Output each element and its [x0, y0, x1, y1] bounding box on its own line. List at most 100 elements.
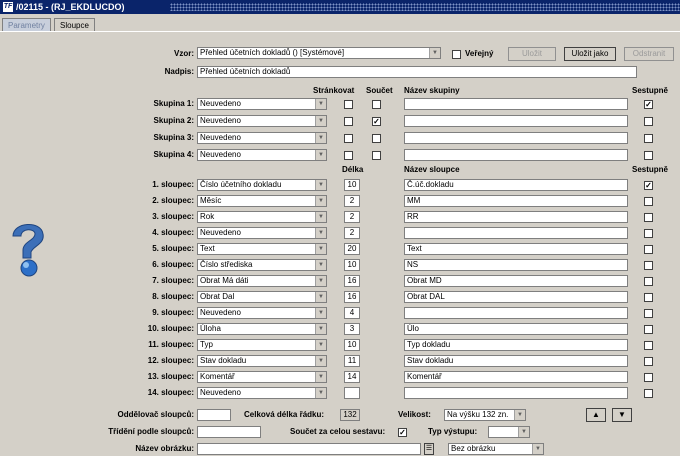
typ-vystupu-select[interactable]: ▼	[488, 426, 530, 438]
group-2-strankovat-checkbox[interactable]	[344, 117, 353, 126]
column-13-delka-input[interactable]: 14	[344, 371, 360, 383]
column-14-select[interactable]: Neuvedeno ▼	[197, 387, 327, 399]
nazev-obrazku-input[interactable]	[197, 443, 421, 455]
move-up-button[interactable]: ▲	[586, 408, 606, 422]
column-9-select[interactable]: Neuvedeno ▼	[197, 307, 327, 319]
column-3-select[interactable]: Rok ▼	[197, 211, 327, 223]
column-5-select[interactable]: Text ▼	[197, 243, 327, 255]
column-7-delka-input[interactable]: 16	[344, 275, 360, 287]
column-6-select[interactable]: Číslo střediska ▼	[197, 259, 327, 271]
column-2-select[interactable]: Měsíc ▼	[197, 195, 327, 207]
column-12-name-input[interactable]: Stav dokladu	[404, 355, 628, 367]
column-8-sestupne-checkbox[interactable]	[644, 293, 653, 302]
chevron-down-icon[interactable]: ▼	[315, 324, 326, 334]
column-2-delka-input[interactable]: 2	[344, 195, 360, 207]
group-3-select[interactable]: Neuvedeno ▼	[197, 132, 327, 144]
group-1-strankovat-checkbox[interactable]	[344, 100, 353, 109]
column-5-delka-input[interactable]: 20	[344, 243, 360, 255]
chevron-down-icon[interactable]: ▼	[315, 133, 326, 143]
chevron-down-icon[interactable]: ▼	[315, 116, 326, 126]
column-14-delka-input[interactable]	[344, 387, 360, 399]
column-12-sestupne-checkbox[interactable]	[644, 357, 653, 366]
column-2-sestupne-checkbox[interactable]	[644, 197, 653, 206]
column-6-name-input[interactable]: NS	[404, 259, 628, 271]
column-6-delka-input[interactable]: 10	[344, 259, 360, 271]
column-13-name-input[interactable]: Komentář	[404, 371, 628, 383]
column-4-sestupne-checkbox[interactable]	[644, 229, 653, 238]
column-10-sestupne-checkbox[interactable]	[644, 325, 653, 334]
column-13-sestupne-checkbox[interactable]	[644, 373, 653, 382]
column-7-sestupne-checkbox[interactable]	[644, 277, 653, 286]
column-1-select[interactable]: Číslo účetního dokladu ▼	[197, 179, 327, 191]
column-1-delka-input[interactable]: 10	[344, 179, 360, 191]
chevron-down-icon[interactable]: ▼	[429, 48, 440, 58]
column-4-delka-input[interactable]: 2	[344, 227, 360, 239]
column-12-delka-input[interactable]: 11	[344, 355, 360, 367]
column-10-select[interactable]: Úloha ▼	[197, 323, 327, 335]
group-1-select[interactable]: Neuvedeno ▼	[197, 98, 327, 110]
chevron-down-icon[interactable]: ▼	[315, 276, 326, 286]
group-3-soucet-checkbox[interactable]	[372, 134, 381, 143]
chevron-down-icon[interactable]: ▼	[315, 180, 326, 190]
chevron-down-icon[interactable]: ▼	[315, 228, 326, 238]
column-2-name-input[interactable]: MM	[404, 195, 628, 207]
chevron-down-icon[interactable]: ▼	[315, 372, 326, 382]
group-1-sestupne-checkbox[interactable]: ✓	[644, 100, 653, 109]
tab-parametry[interactable]: Parametry	[2, 18, 51, 32]
column-4-select[interactable]: Neuvedeno ▼	[197, 227, 327, 239]
group-2-name-input[interactable]	[404, 115, 628, 127]
ulozit-jako-button[interactable]: Uložit jako	[564, 47, 616, 61]
chevron-down-icon[interactable]: ▼	[315, 308, 326, 318]
obrazek-select[interactable]: Bez obrázku ▼	[448, 443, 544, 455]
column-4-name-input[interactable]	[404, 227, 628, 239]
trideni-input[interactable]	[197, 426, 261, 438]
column-1-name-input[interactable]: Č.úč.dokladu	[404, 179, 628, 191]
chevron-down-icon[interactable]: ▼	[315, 196, 326, 206]
group-4-name-input[interactable]	[404, 149, 628, 161]
column-6-sestupne-checkbox[interactable]	[644, 261, 653, 270]
column-11-select[interactable]: Typ ▼	[197, 339, 327, 351]
chevron-down-icon[interactable]: ▼	[315, 150, 326, 160]
column-12-select[interactable]: Stav dokladu ▼	[197, 355, 327, 367]
column-3-sestupne-checkbox[interactable]	[644, 213, 653, 222]
column-3-delka-input[interactable]: 2	[344, 211, 360, 223]
group-3-sestupne-checkbox[interactable]	[644, 134, 653, 143]
move-down-button[interactable]: ▼	[612, 408, 632, 422]
column-13-select[interactable]: Komentář ▼	[197, 371, 327, 383]
group-1-name-input[interactable]	[404, 98, 628, 110]
column-3-name-input[interactable]: RR	[404, 211, 628, 223]
column-11-sestupne-checkbox[interactable]	[644, 341, 653, 350]
column-7-name-input[interactable]: Obrat MD	[404, 275, 628, 287]
column-5-sestupne-checkbox[interactable]	[644, 245, 653, 254]
column-10-delka-input[interactable]: 3	[344, 323, 360, 335]
soucet-sestavy-checkbox[interactable]: ✓	[398, 428, 407, 437]
chevron-down-icon[interactable]: ▼	[315, 340, 326, 350]
group-4-soucet-checkbox[interactable]	[372, 151, 381, 160]
column-11-delka-input[interactable]: 10	[344, 339, 360, 351]
column-8-name-input[interactable]: Obrat DAL	[404, 291, 628, 303]
oddelovac-input[interactable]	[197, 409, 231, 421]
group-4-strankovat-checkbox[interactable]	[344, 151, 353, 160]
nadpis-input[interactable]: Přehled účetních dokladů	[197, 66, 637, 78]
group-1-soucet-checkbox[interactable]	[372, 100, 381, 109]
odstranit-button[interactable]: Odstranit	[624, 47, 674, 61]
column-1-sestupne-checkbox[interactable]: ✓	[644, 181, 653, 190]
column-9-delka-input[interactable]: 4	[344, 307, 360, 319]
group-3-strankovat-checkbox[interactable]	[344, 134, 353, 143]
column-7-select[interactable]: Obrat Má dáti ▼	[197, 275, 327, 287]
velikost-select[interactable]: Na výšku 132 zn. ▼	[444, 409, 526, 421]
tab-sloupce[interactable]: Sloupce	[54, 18, 95, 32]
chevron-down-icon[interactable]: ▼	[315, 99, 326, 109]
chevron-down-icon[interactable]: ▼	[518, 427, 529, 437]
group-2-sestupne-checkbox[interactable]	[644, 117, 653, 126]
chevron-down-icon[interactable]: ▼	[315, 260, 326, 270]
ulozit-button[interactable]: Uložit	[508, 47, 556, 61]
column-8-select[interactable]: Obrat Dal ▼	[197, 291, 327, 303]
chevron-down-icon[interactable]: ▼	[315, 388, 326, 398]
column-10-name-input[interactable]: Úlo	[404, 323, 628, 335]
column-5-name-input[interactable]: Text	[404, 243, 628, 255]
group-3-name-input[interactable]	[404, 132, 628, 144]
chevron-down-icon[interactable]: ▼	[315, 212, 326, 222]
group-2-soucet-checkbox[interactable]: ✓	[372, 117, 381, 126]
group-4-select[interactable]: Neuvedeno ▼	[197, 149, 327, 161]
